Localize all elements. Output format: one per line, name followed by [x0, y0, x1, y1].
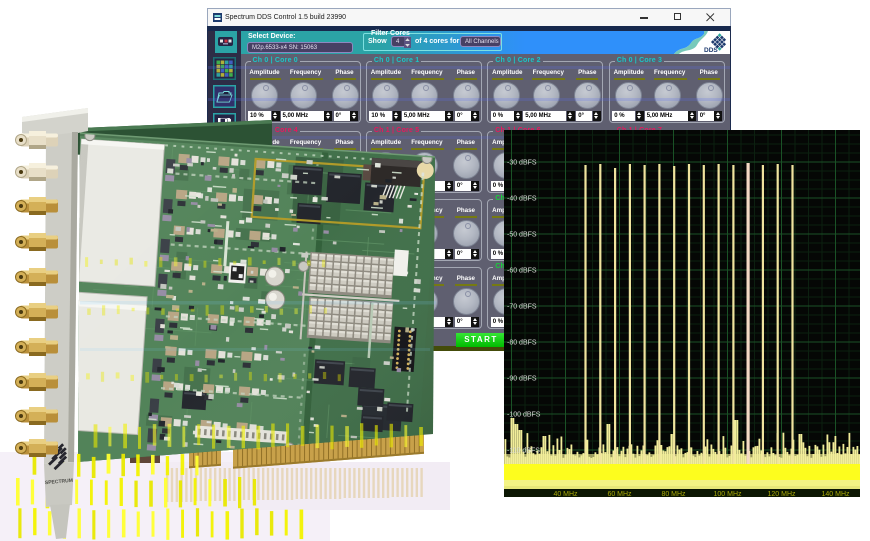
- svg-text:140 MHz: 140 MHz: [821, 491, 850, 497]
- svg-text:-30 dBFS: -30 dBFS: [507, 160, 537, 167]
- svg-text:100 MHz: 100 MHz: [713, 491, 742, 497]
- svg-text:-80 dBFS: -80 dBFS: [507, 340, 537, 347]
- svg-text:-60 dBFS: -60 dBFS: [507, 268, 537, 275]
- svg-text:-50 dBFS: -50 dBFS: [507, 232, 537, 239]
- svg-text:-40 dBFS: -40 dBFS: [507, 196, 537, 203]
- svg-text:60 MHz: 60 MHz: [607, 491, 632, 497]
- svg-text:-100 dBFS: -100 dBFS: [507, 412, 541, 419]
- svg-text:80 MHz: 80 MHz: [661, 491, 686, 497]
- svg-text:120 MHz: 120 MHz: [767, 491, 796, 497]
- svg-text:-110 dBFS: -110 dBFS: [507, 448, 540, 455]
- svg-text:40 MHz: 40 MHz: [553, 491, 578, 497]
- svg-text:-90 dBFS: -90 dBFS: [507, 376, 537, 383]
- svg-text:-70 dBFS: -70 dBFS: [507, 304, 537, 311]
